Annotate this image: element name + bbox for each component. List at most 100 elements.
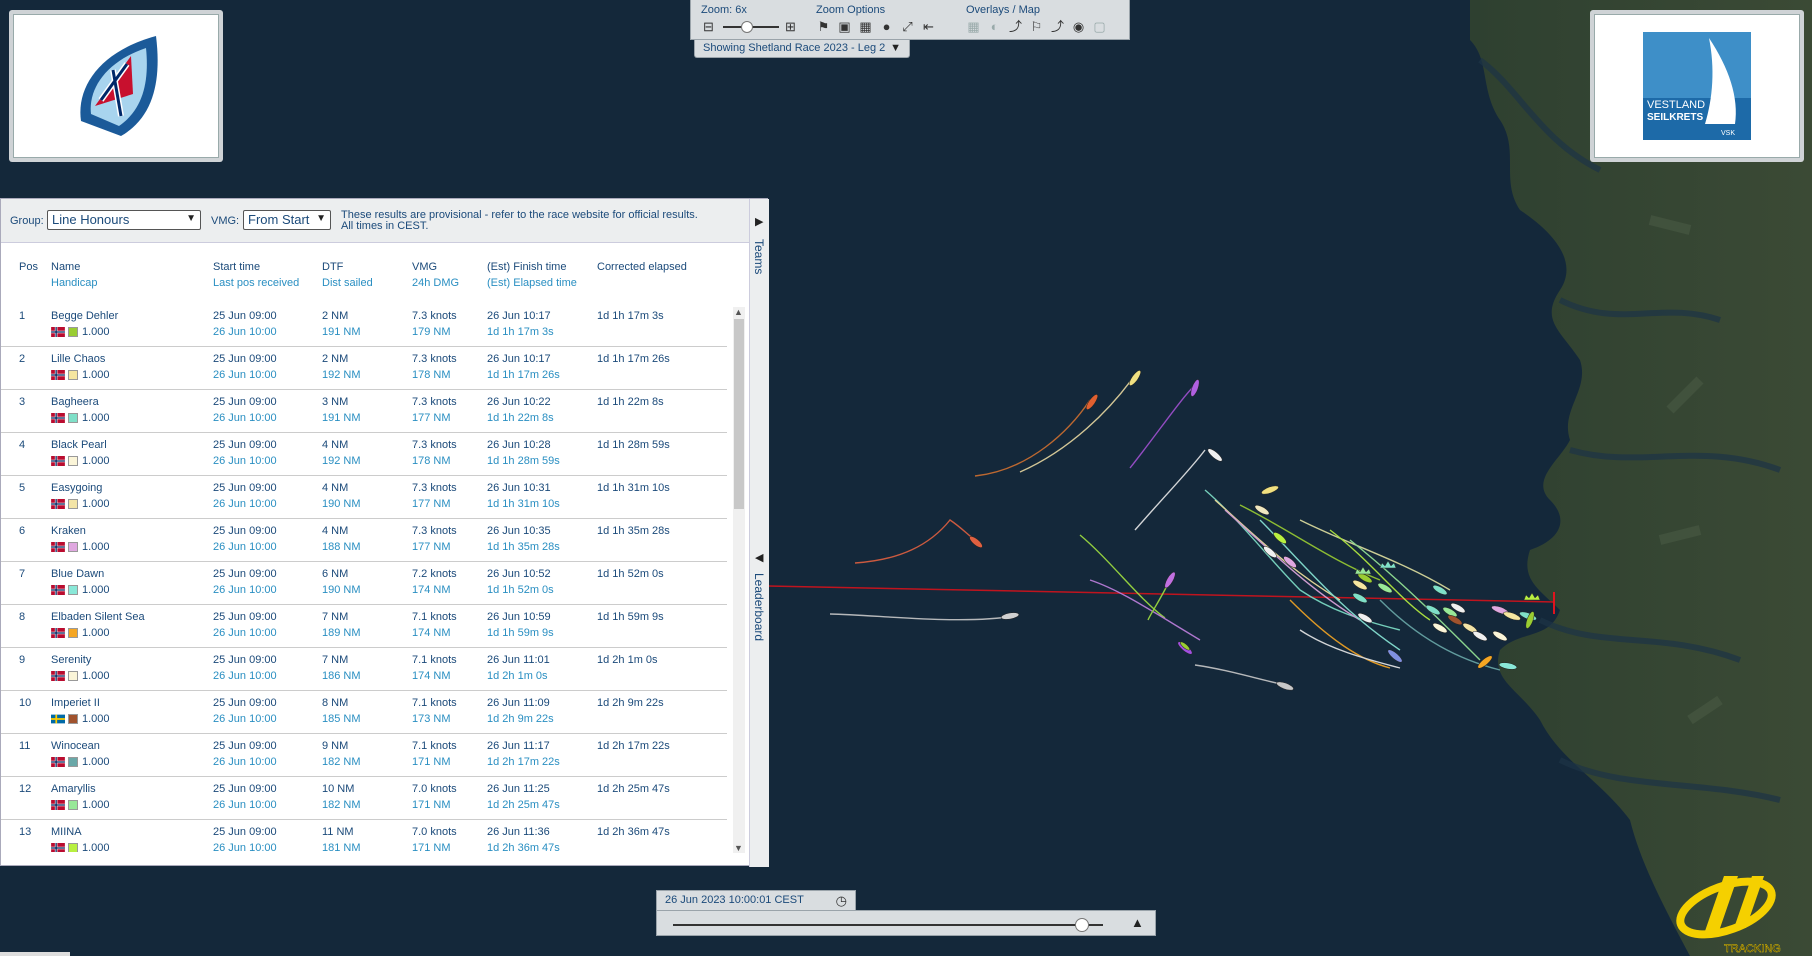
zoom-out-icon[interactable]: ⊟ — [701, 19, 716, 34]
logo-text-vestland: VESTLAND — [1647, 99, 1705, 111]
row-dtf: 6 NM 190 NM — [322, 568, 361, 596]
table-row[interactable]: 12 Amaryllis 1.000 25 Jun 09:00 26 Jun 10:00… — [1, 777, 727, 820]
zoom-boats-icon[interactable]: ▦ — [858, 19, 873, 34]
course-overlay-icon[interactable]: ⤴ — [1008, 19, 1023, 34]
col-name[interactable]: Name Handicap — [51, 261, 97, 289]
blank-map-icon[interactable]: ▢ — [1092, 19, 1107, 34]
boat-color-swatch — [68, 370, 78, 381]
zoom-options-label: Zoom Options — [816, 4, 886, 16]
route-overlay-icon[interactable]: ⤴ — [1050, 19, 1065, 34]
table-row[interactable]: 7 Blue Dawn 1.000 25 Jun 09:00 26 Jun 10:00 6… — [1, 562, 727, 605]
boat-name[interactable]: Kraken — [51, 525, 110, 541]
row-finish: 26 Jun 10:28 1d 1h 28m 59s — [487, 439, 560, 467]
scroll-down-icon[interactable]: ▼ — [734, 843, 743, 853]
row-finish: 26 Jun 10:35 1d 1h 35m 28s — [487, 525, 560, 553]
table-row[interactable]: 5 Easygoing 1.000 25 Jun 09:00 26 Jun 10:00 4… — [1, 476, 727, 519]
col-start-time[interactable]: Start time Last pos received — [213, 261, 299, 289]
collapse-teams-icon[interactable]: ▶ — [755, 215, 763, 228]
time-slider-knob[interactable] — [1074, 918, 1089, 932]
table-row[interactable]: 13 MIINA 1.000 25 Jun 09:00 26 Jun 10:00 11 N… — [1, 820, 727, 852]
row-start: 25 Jun 09:00 26 Jun 10:00 — [213, 482, 277, 510]
row-boat[interactable]: Lille Chaos 1.000 — [51, 353, 110, 381]
handicap-value: 1.000 — [82, 498, 110, 511]
col-vmg[interactable]: VMG 24h DMG — [412, 261, 459, 289]
vestland-seilkrets-logo-icon: VESTLAND SEILKRETS VSK — [1643, 32, 1751, 140]
boat-name[interactable]: Lille Chaos — [51, 353, 110, 369]
table-row[interactable]: 1 Begge Dehler 1.000 25 Jun 09:00 26 Jun 10:… — [1, 304, 727, 347]
boat-color-swatch — [68, 800, 78, 811]
row-vmg: 7.3 knots 177 NM — [412, 396, 457, 424]
boat-name[interactable]: Begge Dehler — [51, 310, 118, 326]
boat-name[interactable]: Elbaden Silent Sea — [51, 611, 145, 627]
grid-overlay-icon[interactable]: ▦ — [966, 19, 981, 34]
table-row[interactable]: 4 Black Pearl 1.000 25 Jun 09:00 26 Jun 10:0… — [1, 433, 727, 476]
table-row[interactable]: 6 Kraken 1.000 25 Jun 09:00 26 Jun 10:00 4 NM… — [1, 519, 727, 562]
scroll-thumb[interactable] — [734, 319, 744, 509]
race-selector-label: Showing Shetland Race 2023 - Leg 2 — [703, 42, 886, 54]
row-corrected: 1d 2h 17m 22s — [597, 740, 670, 752]
zoom-exit-icon[interactable]: ⇤ — [921, 19, 936, 34]
expand-up-icon[interactable]: ▲ — [1131, 915, 1144, 930]
boat-name[interactable]: Bagheera — [51, 396, 110, 412]
col-dtf[interactable]: DTF Dist sailed — [322, 261, 373, 289]
row-start: 25 Jun 09:00 26 Jun 10:00 — [213, 353, 277, 381]
boat-name[interactable]: Winocean — [51, 740, 110, 756]
zoom-to-flags-icon[interactable]: ⚑ — [816, 19, 831, 34]
leaderboard-scrollbar[interactable]: ▲ ▼ — [733, 307, 745, 853]
col-finish-time[interactable]: (Est) Finish time (Est) Elapsed time — [487, 261, 577, 289]
race-selector[interactable]: Showing Shetland Race 2023 - Leg 2 ▼ — [694, 40, 910, 58]
table-row[interactable]: 11 Winocean 1.000 25 Jun 09:00 26 Jun 10:00 9… — [1, 734, 727, 777]
boat-name[interactable]: Imperiet II — [51, 697, 110, 713]
row-pos: 1 — [19, 310, 26, 322]
group-select[interactable]: Line Honours ▼ — [47, 210, 201, 230]
zoom-fit-icon[interactable]: ▣ — [837, 19, 852, 34]
row-boat[interactable]: Imperiet II 1.000 — [51, 697, 110, 725]
boat-name[interactable]: MIINA — [51, 826, 110, 842]
fullscreen-icon[interactable]: ⤢ — [900, 19, 915, 34]
table-row[interactable]: 8 Elbaden Silent Sea 1.000 25 Jun 09:00 26 J… — [1, 605, 727, 648]
boat-name[interactable]: Serenity — [51, 654, 110, 670]
row-boat[interactable]: Winocean 1.000 — [51, 740, 110, 768]
yb-tracking-text: TRACKING — [1724, 943, 1781, 954]
row-boat[interactable]: Black Pearl 1.000 — [51, 439, 110, 467]
flags-overlay-icon[interactable]: ⚐ — [1029, 19, 1044, 34]
table-row[interactable]: 9 Serenity 1.000 25 Jun 09:00 26 Jun 10:00 7 … — [1, 648, 727, 691]
boat-name[interactable]: Black Pearl — [51, 439, 110, 455]
zoom-group-icon[interactable]: ● — [879, 19, 894, 34]
table-row[interactable]: 3 Bagheera 1.000 25 Jun 09:00 26 Jun 10:00 3 … — [1, 390, 727, 433]
row-boat[interactable]: Amaryllis 1.000 — [51, 783, 110, 811]
tab-leaderboard[interactable]: Leaderboard — [752, 573, 766, 641]
row-boat[interactable]: MIINA 1.000 — [51, 826, 110, 852]
table-row[interactable]: 2 Lille Chaos 1.000 25 Jun 09:00 26 Jun 10:0… — [1, 347, 727, 390]
vmg-select[interactable]: From Start ▼ — [243, 210, 331, 230]
row-boat[interactable]: Begge Dehler 1.000 — [51, 310, 118, 338]
row-boat[interactable]: Bagheera 1.000 — [51, 396, 110, 424]
scroll-up-icon[interactable]: ▲ — [734, 307, 743, 317]
logo-text-seilkrets: SEILKRETS — [1647, 112, 1703, 123]
zoom-slider-knob[interactable] — [741, 21, 753, 33]
row-finish: 26 Jun 11:17 1d 2h 17m 22s — [487, 740, 560, 768]
boat-name[interactable]: Easygoing — [51, 482, 110, 498]
daylight-overlay-icon[interactable]: ◐ — [987, 19, 1002, 34]
left-logo-box — [9, 10, 223, 162]
zoom-in-icon[interactable]: ⊞ — [783, 19, 798, 34]
row-vmg: 7.0 knots 171 NM — [412, 826, 457, 852]
col-corrected[interactable]: Corrected elapsed — [597, 261, 687, 277]
row-boat[interactable]: Kraken 1.000 — [51, 525, 110, 553]
clock-icon[interactable]: ◷ — [836, 893, 847, 909]
globe-map-icon[interactable]: ◉ — [1071, 19, 1086, 34]
row-boat[interactable]: Elbaden Silent Sea 1.000 — [51, 611, 145, 639]
handicap-value: 1.000 — [82, 670, 110, 683]
time-slider[interactable]: ▲ — [656, 910, 1156, 936]
row-boat[interactable]: Blue Dawn 1.000 — [51, 568, 110, 596]
tab-teams[interactable]: Teams — [752, 239, 766, 274]
boat-name[interactable]: Amaryllis — [51, 783, 110, 799]
table-row[interactable]: 10 Imperiet II 1.000 25 Jun 09:00 26 Jun 10:… — [1, 691, 727, 734]
row-dtf: 4 NM 188 NM — [322, 525, 361, 553]
row-boat[interactable]: Serenity 1.000 — [51, 654, 110, 682]
collapse-leaderboard-icon[interactable]: ◀ — [755, 551, 763, 564]
row-boat[interactable]: Easygoing 1.000 — [51, 482, 110, 510]
time-slider-track[interactable] — [673, 924, 1103, 926]
col-pos[interactable]: Pos — [19, 261, 38, 277]
boat-name[interactable]: Blue Dawn — [51, 568, 110, 584]
